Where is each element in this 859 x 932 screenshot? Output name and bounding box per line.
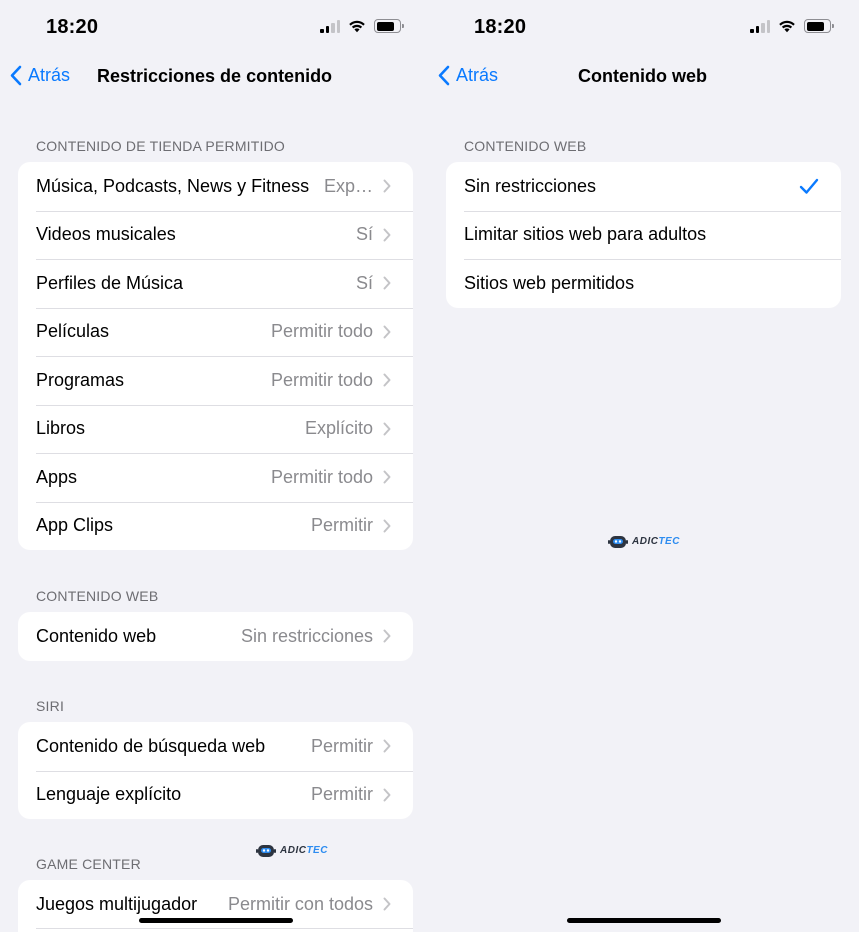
- robot-logo-icon: [608, 536, 628, 548]
- chevron-right-icon: [383, 739, 391, 753]
- row-label: Juegos multijugador: [36, 893, 198, 914]
- row-label: Perfiles de Música: [36, 272, 184, 293]
- row-label: Apps: [36, 466, 78, 487]
- home-indicator[interactable]: [567, 918, 721, 923]
- section-header-store-content: CONTENIDO DE TIENDA PERMITIDO: [36, 138, 286, 154]
- watermark-text: ADICTEC: [632, 535, 680, 547]
- option-label: Sin restricciones: [464, 175, 597, 196]
- chevron-right-icon: [383, 276, 391, 290]
- section-header-game-center: GAME CENTER: [36, 856, 141, 872]
- status-icons: [320, 19, 404, 33]
- row-value: Permitir todo: [270, 369, 373, 390]
- option-allowed-websites[interactable]: Sitios web permitidos: [446, 259, 841, 308]
- chevron-right-icon: [383, 470, 391, 484]
- back-label: Atrás: [456, 65, 499, 85]
- row-value: Permitir: [311, 735, 373, 756]
- row-music-profiles[interactable]: Perfiles de Música Sí: [18, 259, 413, 308]
- page-title: Restricciones de contenido: [97, 66, 333, 86]
- chevron-right-icon: [383, 629, 391, 643]
- chevron-right-icon: [383, 422, 391, 436]
- row-value: Permitir todo: [270, 321, 373, 342]
- chevron-right-icon: [383, 519, 391, 533]
- back-label: Atrás: [28, 65, 71, 85]
- right-screen: 18:20 Atrás Contenido web CONTENIDO WEB …: [430, 0, 859, 932]
- store-content-group: Música, Podcasts, News y Fitness Exp… Vi…: [18, 162, 413, 550]
- row-web-content[interactable]: Contenido web Sin restricciones: [18, 612, 413, 661]
- watermark-text: ADICTEC: [280, 844, 328, 856]
- section-header-web-content: CONTENIDO WEB: [36, 588, 159, 604]
- chevron-right-icon: [383, 325, 391, 339]
- row-app-clips[interactable]: App Clips Permitir: [18, 501, 413, 551]
- row-value: Sin restricciones: [240, 625, 373, 646]
- game-center-group: Juegos multijugador Permitir con todos: [18, 880, 413, 932]
- row-label: Libros: [36, 418, 86, 439]
- row-music-videos[interactable]: Videos musicales Sí: [18, 210, 413, 260]
- navigation-bar: Atrás Restricciones de contenido: [0, 56, 429, 98]
- back-button[interactable]: Atrás: [10, 65, 70, 86]
- chevron-right-icon: [383, 897, 391, 911]
- checkmark-icon: [799, 178, 819, 195]
- chevron-right-icon: [383, 179, 391, 193]
- chevron-right-icon: [383, 788, 391, 802]
- status-bar: 18:20: [430, 0, 859, 56]
- chevron-right-icon: [383, 373, 391, 387]
- cellular-signal-icon: [750, 19, 770, 33]
- web-content-options-group: Sin restricciones Limitar sitios web par…: [446, 162, 841, 308]
- section-header-web-content: CONTENIDO WEB: [464, 138, 587, 154]
- status-time: 18:20: [474, 16, 527, 38]
- row-value: Permitir con todos: [227, 893, 373, 914]
- row-label: Programas: [36, 369, 125, 390]
- chevron-left-icon: [10, 65, 22, 86]
- siri-group: Contenido de búsqueda web Permitir Lengu…: [18, 722, 413, 819]
- robot-logo-icon: [256, 845, 276, 857]
- page-title: Contenido web: [578, 66, 707, 86]
- row-label: Películas: [36, 321, 110, 342]
- wifi-icon: [349, 20, 365, 33]
- status-icons: [750, 19, 834, 33]
- row-movies[interactable]: Películas Permitir todo: [18, 307, 413, 357]
- left-screen: 18:20 Atrás Restricciones de contenido C…: [0, 0, 429, 932]
- battery-icon: [374, 19, 404, 33]
- option-limit-adult-websites[interactable]: Limitar sitios web para adultos: [446, 210, 841, 260]
- wifi-icon: [779, 20, 795, 33]
- section-header-siri: SIRI: [36, 698, 65, 714]
- battery-icon: [804, 19, 834, 33]
- row-value: Exp…: [323, 175, 373, 196]
- row-books[interactable]: Libros Explícito: [18, 404, 413, 454]
- row-label: Contenido web: [36, 625, 157, 646]
- chevron-right-icon: [383, 228, 391, 242]
- row-value: Permitir: [311, 784, 373, 805]
- home-indicator[interactable]: [139, 918, 293, 923]
- row-label: Música, Podcasts, News y Fitness: [36, 175, 310, 196]
- option-label: Limitar sitios web para adultos: [464, 224, 707, 245]
- navigation-bar: Atrás Contenido web: [430, 56, 859, 98]
- watermark-logo: ADICTEC: [608, 533, 680, 549]
- row-label: Lenguaje explícito: [36, 784, 182, 805]
- row-value: Permitir todo: [270, 466, 373, 487]
- row-value: Sí: [355, 272, 373, 293]
- row-value: Sí: [355, 224, 373, 245]
- row-web-search-content[interactable]: Contenido de búsqueda web Permitir: [18, 722, 413, 771]
- option-no-restrictions[interactable]: Sin restricciones: [446, 162, 841, 211]
- status-time: 18:20: [46, 16, 99, 38]
- back-button[interactable]: Atrás: [438, 65, 498, 86]
- status-bar: 18:20: [0, 0, 429, 56]
- watermark-logo: ADICTEC: [256, 842, 328, 858]
- row-explicit-language[interactable]: Lenguaje explícito Permitir: [18, 770, 413, 820]
- row-value: Permitir: [311, 515, 373, 536]
- row-label: Videos musicales: [36, 224, 176, 245]
- row-label: App Clips: [36, 515, 114, 536]
- option-label: Sitios web permitidos: [464, 272, 635, 293]
- cellular-signal-icon: [320, 19, 340, 33]
- row-tv-shows[interactable]: Programas Permitir todo: [18, 356, 413, 405]
- web-content-group: Contenido web Sin restricciones: [18, 612, 413, 661]
- row-value: Explícito: [304, 418, 373, 439]
- chevron-left-icon: [438, 65, 450, 86]
- row-apps[interactable]: Apps Permitir todo: [18, 453, 413, 502]
- row-music-podcasts[interactable]: Música, Podcasts, News y Fitness Exp…: [18, 162, 413, 211]
- row-label: Contenido de búsqueda web: [36, 735, 266, 756]
